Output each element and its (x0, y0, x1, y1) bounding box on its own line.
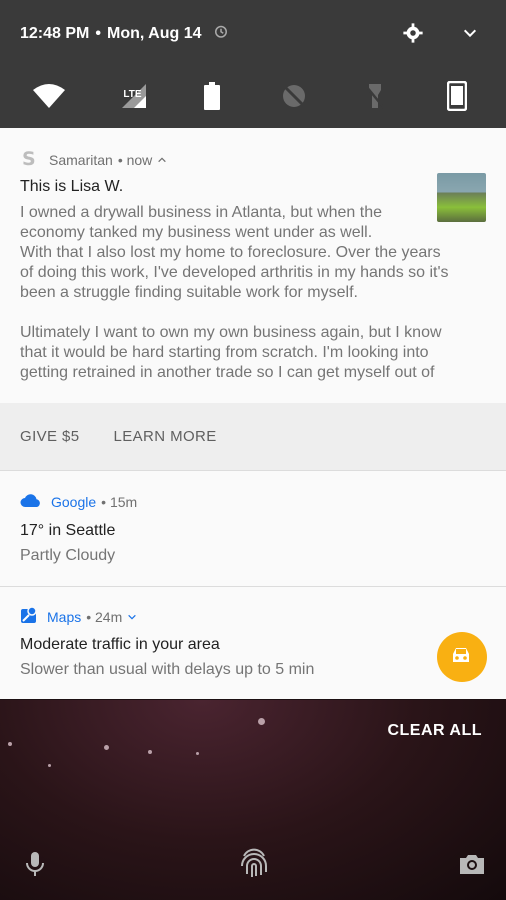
body-line: Ultimately I want to own my own business… (20, 324, 442, 341)
svg-text:S: S (22, 148, 36, 168)
wifi-icon[interactable] (29, 76, 69, 116)
auto-rotate-icon[interactable] (437, 76, 477, 116)
chevron-down-icon[interactable] (462, 25, 478, 46)
body-line: that it would be hard starting from scra… (20, 344, 429, 361)
flashlight-icon[interactable] (355, 76, 395, 116)
learn-more-button[interactable]: LEARN MORE (114, 428, 217, 445)
notification-text: Slower than usual with delays up to 5 mi… (20, 661, 315, 678)
quick-settings-panel: 12:48 PM • Mon, Aug 14 LTE (0, 0, 506, 128)
wallpaper-star (48, 764, 51, 767)
body-line: been a struggle finding suitable work fo… (20, 284, 358, 301)
body-line: With that I also lost my home to foreclo… (20, 244, 441, 261)
battery-icon[interactable] (192, 76, 232, 116)
date[interactable]: Mon, Aug 14 (107, 25, 202, 43)
camera-icon[interactable] (458, 852, 486, 881)
app-name: Maps (47, 608, 82, 625)
notification-time: • 15m (101, 493, 138, 510)
separator: • (95, 24, 101, 42)
cellular-icon[interactable]: LTE (110, 76, 150, 116)
give-button[interactable]: GIVE $5 (20, 428, 80, 445)
car-icon (449, 644, 475, 671)
body-line: of doing this work, I've developed arthr… (20, 264, 449, 281)
fingerprint-icon[interactable] (238, 844, 270, 885)
chevron-up-icon[interactable] (157, 152, 167, 168)
traffic-action-button[interactable] (437, 632, 487, 682)
clear-all-button[interactable]: CLEAR ALL (387, 722, 482, 740)
body-line: economy tanked my business went under as… (20, 224, 373, 241)
app-name: Google (51, 493, 97, 510)
wallpaper-star (148, 750, 152, 754)
notification-header: Google • 15m (20, 492, 137, 511)
notification-title: 17° in Seattle (20, 522, 116, 539)
notification-body: I owned a drywall business in Atlanta, b… (20, 203, 449, 383)
notification-time: • now (117, 151, 153, 168)
wallpaper-star (104, 745, 109, 750)
body-line: getting retrained in another trade so I … (20, 364, 435, 381)
cloud-icon (20, 492, 42, 511)
notification-header: Maps • 24m (20, 606, 137, 627)
body-line: I owned a drywall business in Atlanta, b… (20, 204, 382, 221)
microphone-icon[interactable] (24, 850, 46, 883)
notification-text: Partly Cloudy (20, 547, 116, 564)
notification-time: • 24m (86, 608, 123, 625)
status-bar: 12:48 PM • Mon, Aug 14 (20, 22, 230, 45)
wallpaper-star (8, 742, 12, 746)
samaritan-app-icon: S (20, 148, 40, 171)
notification-title: This is Lisa W. (20, 178, 124, 195)
maps-icon (20, 606, 38, 627)
chevron-down-icon[interactable] (127, 609, 137, 625)
lte-label: LTE (123, 88, 142, 100)
wallpaper-star (196, 752, 199, 755)
notification-title: Moderate traffic in your area (20, 636, 220, 653)
wallpaper-star (258, 718, 265, 725)
clock: 12:48 PM (20, 24, 90, 42)
notification-actions: GIVE $5 LEARN MORE (0, 403, 506, 471)
alarm-icon (212, 22, 230, 45)
app-name: Samaritan (49, 151, 113, 168)
notification-header: S Samaritan • now (20, 148, 167, 171)
do-not-disturb-icon[interactable] (274, 76, 314, 116)
gear-icon[interactable] (402, 22, 424, 49)
